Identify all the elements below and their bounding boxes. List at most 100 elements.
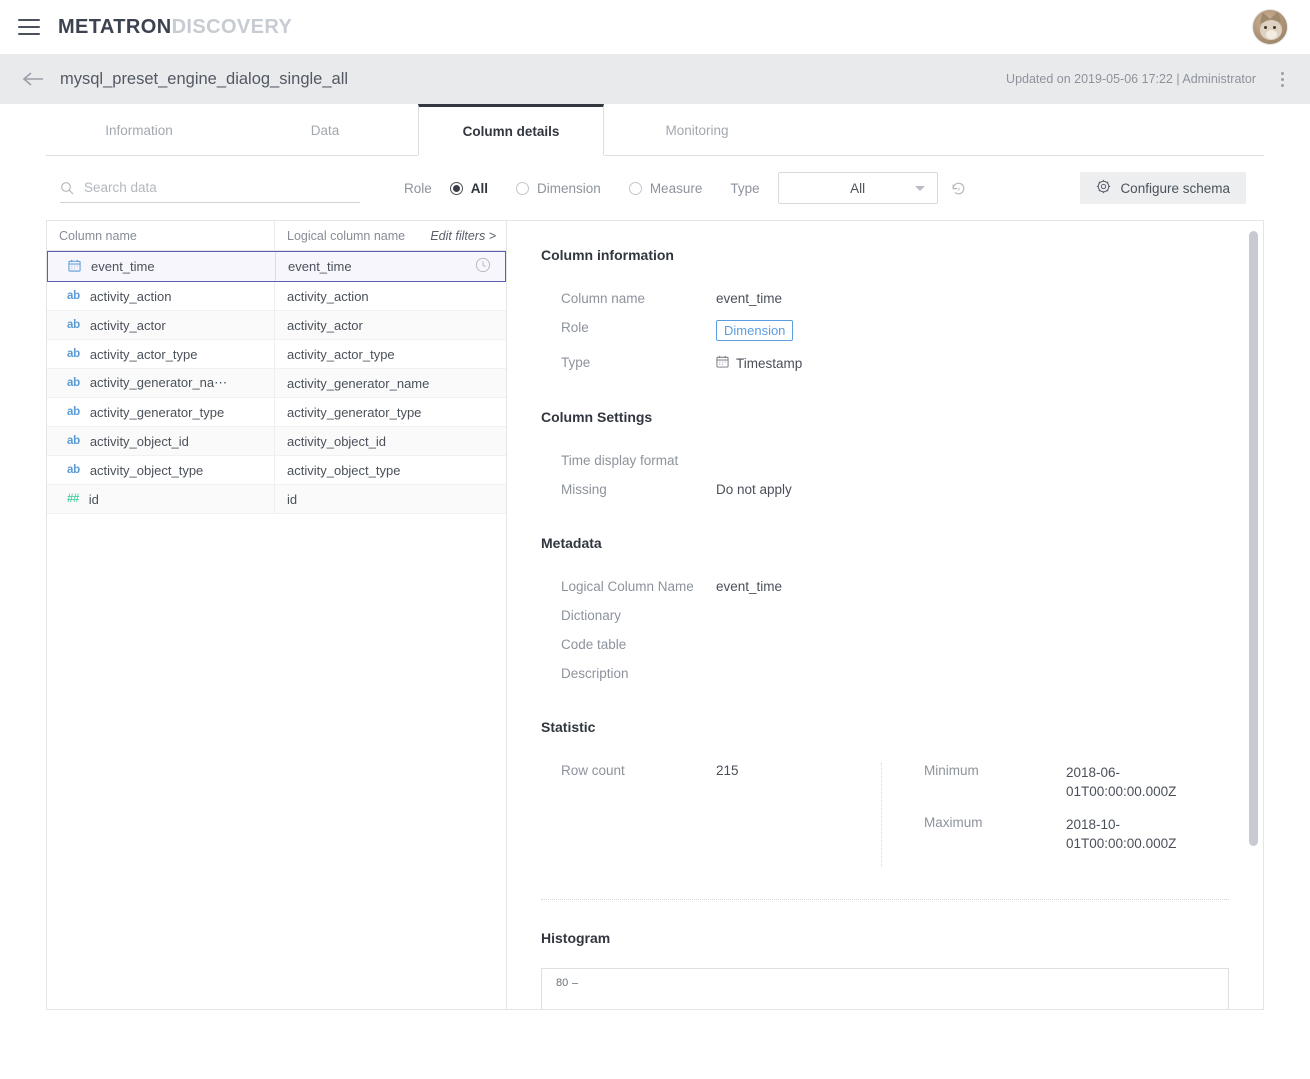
type-select[interactable]: All (777, 172, 938, 204)
updated-info: Updated on 2019-05-06 17:22 | Administra… (1006, 72, 1256, 86)
search-glyph (61, 181, 74, 194)
text-type-icon: ab (67, 319, 80, 331)
clock-icon[interactable] (475, 257, 491, 276)
row-logical-name: event_time (288, 259, 352, 274)
field-role: Role Dimension (541, 320, 1229, 341)
radio-all-label: All (470, 180, 489, 196)
row-logical-name: activity_actor (287, 317, 363, 333)
app-logo[interactable]: METATRONDISCOVERY (58, 16, 292, 39)
field-row-count: Row count 215 (541, 763, 881, 778)
text-type-icon: ab (67, 464, 80, 476)
value-column-name: event_time (716, 291, 783, 306)
label-missing: Missing (561, 482, 607, 497)
status-badge: Dimension (716, 320, 794, 341)
avatar-eye-right (1273, 26, 1276, 29)
table-row[interactable]: ab activity_object_type activity_object_… (47, 456, 506, 485)
radio-role-dimension[interactable]: Dimension (516, 181, 601, 196)
gear-icon (1096, 179, 1111, 197)
configure-schema-button[interactable]: Configure schema (1080, 172, 1246, 204)
value-type: Timestamp (716, 355, 802, 371)
type-label: Timestamp (736, 355, 803, 371)
detail-scrollbar-thumb[interactable] (1249, 231, 1258, 846)
table-row[interactable]: ## id id (47, 485, 506, 514)
header-column-name: Column name (47, 221, 275, 250)
hamburger-line (18, 33, 40, 35)
row-logical-cell: id (275, 485, 506, 513)
kebab-dot (1281, 77, 1284, 81)
value-missing: Do not apply (716, 482, 792, 497)
radio-dimension-indicator (516, 181, 530, 195)
value-role: Dimension (716, 320, 794, 341)
table-row[interactable]: ab activity_object_id activity_object_id (47, 427, 506, 456)
field-logical-column-name: Logical Column Name event_time (541, 579, 1229, 594)
reset-filters-icon[interactable]: × (950, 180, 967, 197)
row-logical-cell: activity_actor (275, 311, 506, 339)
table-row[interactable]: ab activity_actor_type activity_actor_ty… (47, 340, 506, 369)
field-column-name: Column name event_time (541, 291, 1229, 306)
row-logical-cell: activity_action (275, 282, 506, 310)
detail-scrollbar-track[interactable] (1247, 223, 1261, 1007)
row-logical-cell: event_time (276, 252, 505, 281)
avatar[interactable] (1252, 9, 1288, 45)
hamburger-icon[interactable] (18, 19, 40, 35)
value-maximum: 2018-10-01T00:00:00.000Z (1066, 817, 1177, 851)
clock-glyph (475, 257, 491, 273)
row-logical-name: activity_object_id (287, 433, 386, 449)
back-arrow-icon[interactable] (20, 66, 46, 92)
kebab-menu-icon[interactable] (1281, 71, 1284, 87)
sub-header: mysql_preset_engine_dialog_single_all Up… (0, 54, 1310, 104)
role-filter-label: Role (404, 180, 432, 196)
row-name-cell: ab activity_generator_na⋯ (47, 369, 275, 397)
label-column-name: Column name (561, 291, 646, 306)
row-name-cell: ab activity_action (47, 282, 275, 310)
field-minimum: Minimum 2018-06-01T00:00:00.000Z (924, 763, 1206, 801)
filter-toolbar: Role All Dimension Measure Type All × Co (46, 156, 1264, 220)
radio-role-measure[interactable]: Measure (628, 181, 702, 196)
calendar-glyph (68, 259, 81, 272)
label-time-display-format: Time display format (561, 453, 679, 468)
section-title-histogram: Histogram (541, 930, 611, 946)
kebab-dot (1281, 71, 1284, 75)
field-type: Type Timestamp (541, 355, 1229, 371)
table-row[interactable]: ab activity_generator_type activity_gene… (47, 398, 506, 427)
row-logical-name: activity_generator_type (287, 404, 422, 420)
radio-all-indicator (449, 181, 463, 195)
value-logical-column-name: event_time (716, 579, 783, 594)
tab-information[interactable]: Information (46, 104, 232, 156)
tab-column-details[interactable]: Column details (418, 104, 604, 157)
radio-role-all[interactable]: All (449, 180, 489, 196)
tab-data[interactable]: Data (232, 104, 418, 156)
row-logical-name: activity_action (287, 288, 369, 304)
row-logical-name: activity_actor_type (287, 346, 395, 362)
tab-monitoring[interactable]: Monitoring (604, 104, 790, 156)
row-logical-cell: activity_generator_type (275, 398, 506, 426)
back-arrow-glyph (22, 72, 43, 86)
gear-glyph (1097, 179, 1111, 194)
avatar-eye-left (1264, 26, 1267, 29)
table-row[interactable]: ab activity_actor activity_actor (47, 311, 506, 340)
calendar-icon (68, 259, 81, 275)
section-divider (541, 899, 1229, 900)
label-row-count: Row count (561, 763, 625, 778)
edit-filters-link[interactable]: Edit filters > (430, 229, 496, 243)
row-name-cell: ab activity_actor (47, 311, 275, 339)
search-box[interactable] (60, 173, 360, 203)
table-row[interactable]: ab activity_generator_na⋯ activity_gener… (47, 369, 506, 398)
field-code-table: Code table (541, 637, 1229, 652)
svg-text:×: × (957, 187, 961, 193)
type-filter-label: Type (730, 180, 760, 196)
table-row[interactable]: event_time event_time (47, 251, 506, 282)
main-content: Column name Logical column name Edit fil… (46, 220, 1264, 1010)
radio-dimension-label: Dimension (537, 180, 601, 196)
row-column-name: activity_action (89, 288, 172, 304)
table-row[interactable]: ab activity_action activity_action (47, 282, 506, 311)
field-description: Description (541, 666, 1229, 681)
label-maximum: Maximum (924, 815, 983, 830)
histogram-axis-tick: 80 (556, 977, 1228, 989)
search-input[interactable] (84, 180, 324, 195)
calendar-glyph (716, 355, 729, 368)
field-missing: Missing Do not apply (541, 482, 1229, 497)
